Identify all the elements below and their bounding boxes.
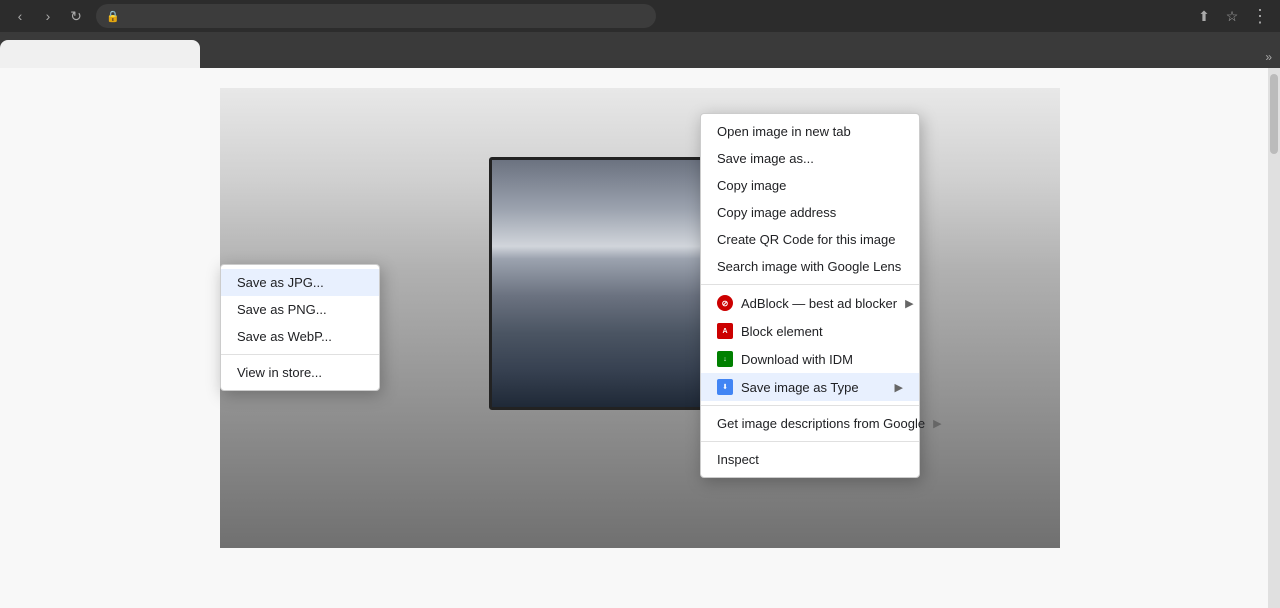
context-menu-item-copy-image[interactable]: Copy image — [701, 172, 919, 199]
save-image-as-label: Save image as... — [717, 151, 814, 166]
tab-extend-button[interactable]: » — [1257, 46, 1280, 68]
context-menu-item-adblock[interactable]: ⊘ AdBlock — best ad blocker ▶ — [701, 289, 919, 317]
navigation-buttons: ‹ › ↻ — [8, 4, 88, 28]
active-tab[interactable] — [0, 40, 200, 68]
block-element-label: Block element — [741, 324, 823, 339]
reload-button[interactable]: ↻ — [64, 4, 88, 28]
context-menu: Open image in new tab Save image as... C… — [700, 113, 920, 478]
submenu-item-save-webp[interactable]: Save as WebP... — [221, 323, 379, 350]
adblock-icon: ⊘ — [717, 295, 733, 311]
submenu-separator — [221, 354, 379, 355]
bookmark-button[interactable]: ☆ — [1220, 4, 1244, 28]
separator-1 — [701, 284, 919, 285]
save-image-type-arrow-icon: ▶ — [895, 381, 903, 394]
abp-icon: A — [717, 323, 733, 339]
browser-top-bar: ‹ › ↻ 🔒 ⬆ ☆ ⋮ — [0, 0, 1280, 32]
copy-image-address-label: Copy image address — [717, 205, 836, 220]
adblock-label: AdBlock — best ad blocker — [741, 296, 897, 311]
open-new-tab-label: Open image in new tab — [717, 124, 851, 139]
context-menu-item-inspect[interactable]: Inspect — [701, 446, 919, 473]
context-menu-item-save-image-type[interactable]: ⬇ Save image as Type ▶ — [701, 373, 919, 401]
inspect-label: Inspect — [717, 452, 759, 467]
context-menu-item-block-element[interactable]: A Block element — [701, 317, 919, 345]
context-menu-item-search-google-lens[interactable]: Search image with Google Lens — [701, 253, 919, 280]
separator-2 — [701, 405, 919, 406]
get-image-desc-arrow-icon: ▶ — [933, 417, 941, 430]
lock-icon: 🔒 — [106, 10, 120, 23]
tab-bar: » — [0, 32, 1280, 68]
search-google-lens-label: Search image with Google Lens — [717, 259, 901, 274]
download-idm-label: Download with IDM — [741, 352, 853, 367]
create-qr-code-label: Create QR Code for this image — [717, 232, 895, 247]
context-menu-item-get-image-desc[interactable]: Get image descriptions from Google ▶ — [701, 410, 919, 437]
save-type-submenu: Save as JPG... Save as PNG... Save as We… — [220, 264, 380, 391]
page-area: Open image in new tab Save image as... C… — [0, 68, 1280, 608]
save-png-label: Save as PNG... — [237, 302, 327, 317]
forward-button[interactable]: › — [36, 4, 60, 28]
save-webp-label: Save as WebP... — [237, 329, 332, 344]
submenu-item-view-store[interactable]: View in store... — [221, 359, 379, 386]
save-jpg-label: Save as JPG... — [237, 275, 324, 290]
savetype-icon: ⬇ — [717, 379, 733, 395]
idm-icon: ↓ — [717, 351, 733, 367]
get-image-desc-label: Get image descriptions from Google — [717, 416, 925, 431]
submenu-item-save-jpg[interactable]: Save as JPG... — [221, 269, 379, 296]
separator-3 — [701, 441, 919, 442]
content-area: Open image in new tab Save image as... C… — [0, 68, 1280, 608]
browser-action-buttons: ⬆ ☆ ⋮ — [1192, 4, 1272, 28]
more-button[interactable]: ⋮ — [1248, 4, 1272, 28]
address-bar[interactable]: 🔒 — [96, 4, 656, 28]
view-store-label: View in store... — [237, 365, 322, 380]
copy-image-label: Copy image — [717, 178, 786, 193]
submenu-item-save-png[interactable]: Save as PNG... — [221, 296, 379, 323]
context-menu-item-save-image-as[interactable]: Save image as... — [701, 145, 919, 172]
context-menu-item-download-idm[interactable]: ↓ Download with IDM — [701, 345, 919, 373]
adblock-arrow-icon: ▶ — [905, 297, 913, 310]
context-menu-item-create-qr-code[interactable]: Create QR Code for this image — [701, 226, 919, 253]
save-image-type-label: Save image as Type — [741, 380, 859, 395]
back-button[interactable]: ‹ — [8, 4, 32, 28]
share-button[interactable]: ⬆ — [1192, 4, 1216, 28]
scrollbar[interactable] — [1268, 68, 1280, 608]
context-menu-item-copy-image-address[interactable]: Copy image address — [701, 199, 919, 226]
context-menu-item-open-new-tab[interactable]: Open image in new tab — [701, 118, 919, 145]
scrollbar-thumb[interactable] — [1270, 74, 1278, 154]
